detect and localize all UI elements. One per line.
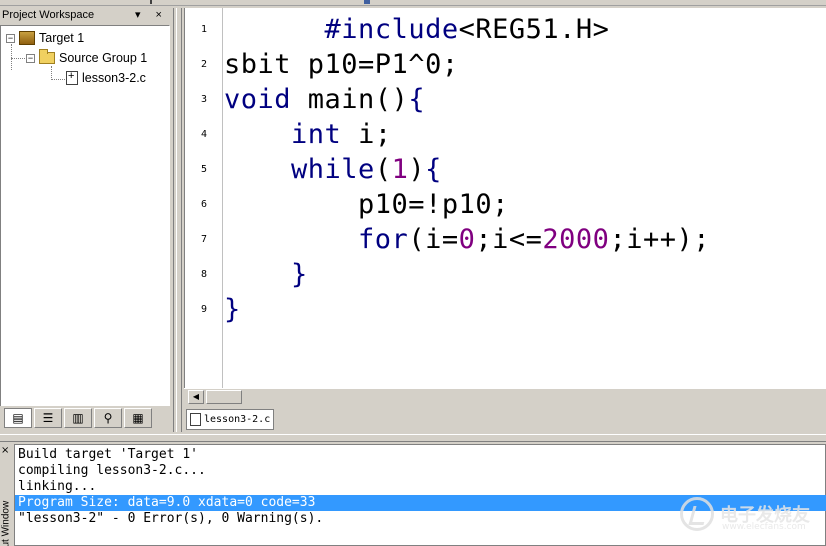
tree-connector xyxy=(11,44,12,70)
code-line[interactable]: #include<REG51.H> xyxy=(224,12,609,47)
output-line: Build target 'Target 1' xyxy=(18,447,199,462)
close-icon[interactable]: × xyxy=(1,445,9,456)
code-line[interactable]: } xyxy=(224,257,308,292)
code-token: p10=!p10; xyxy=(224,189,509,220)
tab-lesson3-2[interactable]: lesson3-2.c xyxy=(186,409,274,430)
registers-icon: ☰ xyxy=(42,411,54,425)
code-token: 2000 xyxy=(542,224,610,255)
output-line: compiling lesson3-2.c... xyxy=(18,463,206,478)
collapse-icon[interactable]: − xyxy=(26,53,35,63)
code-line[interactable]: void main(){ xyxy=(224,82,425,117)
code-token: int xyxy=(291,119,342,150)
tree-connector xyxy=(51,66,52,80)
line-number: 4 xyxy=(200,129,208,140)
code-line[interactable]: int i; xyxy=(224,117,392,152)
functions-icon: ⚲ xyxy=(103,411,113,425)
code-token: } xyxy=(291,259,308,290)
line-number-gutter: 1 2 3 4 5 6 7 8 9 xyxy=(185,8,223,388)
code-token: } xyxy=(224,294,241,325)
target-icon xyxy=(19,31,35,45)
collapse-icon[interactable]: − xyxy=(6,33,15,43)
code-token: sbit p10=P1^0; xyxy=(224,49,459,80)
c-file-icon xyxy=(66,70,78,85)
project-workspace: Project Workspace ▾ × − Target 1 − Sourc… xyxy=(0,8,174,432)
tree-item-file[interactable]: lesson3-2.c xyxy=(66,69,146,87)
tree-item-label: lesson3-2.c xyxy=(82,71,146,85)
tree-item-label: Target 1 xyxy=(39,31,85,45)
code-token: #include xyxy=(324,14,459,45)
horizontal-splitter[interactable] xyxy=(0,434,826,442)
code-token: main() xyxy=(291,84,409,115)
logo-icon xyxy=(680,497,714,531)
code-line[interactable]: sbit p10=P1^0; xyxy=(224,47,459,82)
code-token: i; xyxy=(341,119,392,150)
c-file-icon xyxy=(190,413,201,426)
code-token: while xyxy=(291,154,375,185)
tab-functions[interactable]: ⚲ xyxy=(94,408,122,428)
tree-connector xyxy=(51,79,65,80)
line-number: 6 xyxy=(200,199,208,210)
code-line[interactable]: while(1){ xyxy=(224,152,442,187)
code-token: 1 xyxy=(391,154,409,185)
horizontal-scrollbar[interactable]: ◀ xyxy=(184,388,826,404)
tab-templates[interactable]: ▦ xyxy=(124,408,152,428)
line-number: 3 xyxy=(200,94,208,105)
output-window-label: ut Window xyxy=(0,500,12,546)
code-line[interactable]: for(i=0;i<=2000;i++); xyxy=(224,222,710,257)
project-tree: − Target 1 − Source Group 1 lesson3-2.c xyxy=(0,25,170,407)
tab-books[interactable]: ▥ xyxy=(64,408,92,428)
workspace-tabs: ▤ ☰ ▥ ⚲ ▦ xyxy=(0,406,172,432)
output-window: × ut Window Build target 'Target 1' comp… xyxy=(0,444,826,546)
code-line[interactable]: p10=!p10; xyxy=(224,187,509,222)
books-icon: ▥ xyxy=(72,411,84,425)
watermark-url: www.elecfans.com xyxy=(722,522,806,532)
code-editor[interactable]: 1 2 3 4 5 6 7 8 9 #include<REG51.H> sbit … xyxy=(184,8,826,388)
scroll-thumb[interactable] xyxy=(206,390,242,404)
code-token: { xyxy=(408,84,426,115)
file-tab-bar: lesson3-2.c xyxy=(184,406,826,432)
output-line: linking... xyxy=(18,479,97,494)
workspace-title: Project Workspace xyxy=(2,9,95,21)
line-number: 2 xyxy=(200,59,208,70)
toolbar-strip xyxy=(0,0,826,6)
file-tab-label: lesson3-2.c xyxy=(204,414,271,425)
code-token: 0 xyxy=(458,224,476,255)
code-token: (i= xyxy=(408,224,459,255)
line-number: 8 xyxy=(200,269,208,280)
vertical-splitter[interactable] xyxy=(176,8,182,432)
code-token: ( xyxy=(374,154,392,185)
templates-icon: ▦ xyxy=(132,411,144,425)
tree-item-target[interactable]: − Target 1 xyxy=(6,29,84,47)
line-number: 7 xyxy=(200,234,208,245)
toolbar-tick xyxy=(364,0,370,4)
code-line[interactable]: } xyxy=(224,292,241,327)
tree-item-label: Source Group 1 xyxy=(59,51,148,65)
watermark-logo: 电子发烧友 www.elecfans.com xyxy=(680,494,820,534)
workspace-title-buttons[interactable]: ▾ × xyxy=(135,8,168,21)
tab-files[interactable]: ▤ xyxy=(4,408,32,428)
line-number: 5 xyxy=(200,164,208,175)
output-side-bar: × ut Window xyxy=(0,444,12,546)
files-icon: ▤ xyxy=(12,411,24,425)
scroll-left-icon[interactable]: ◀ xyxy=(188,390,204,404)
code-token: ;i++); xyxy=(609,224,710,255)
code-token: { xyxy=(425,154,442,185)
line-number: 1 xyxy=(200,24,208,35)
toolbar-tick xyxy=(150,0,152,4)
code-token: for xyxy=(358,224,409,255)
code-token: <REG51.H> xyxy=(458,14,610,45)
code-token: void xyxy=(224,84,292,115)
folder-icon xyxy=(39,49,55,64)
line-number: 9 xyxy=(200,304,208,315)
tab-registers[interactable]: ☰ xyxy=(34,408,62,428)
workspace-title-bar: Project Workspace ▾ × xyxy=(0,8,172,24)
code-token: ) xyxy=(408,154,426,185)
tree-item-source-group[interactable]: − Source Group 1 xyxy=(26,49,147,67)
code-token: ;i<= xyxy=(475,224,543,255)
